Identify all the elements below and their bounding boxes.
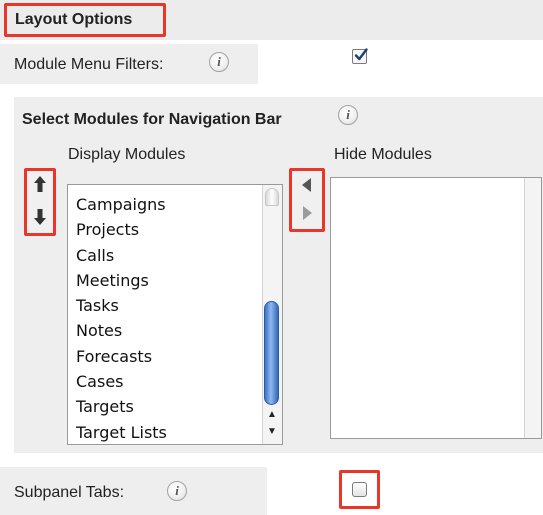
list-item[interactable]: Campaigns (76, 192, 167, 217)
move-to-hide-button[interactable] (298, 203, 316, 223)
subpanel-tabs-info-icon[interactable]: i (167, 481, 187, 501)
arrow-down-icon (34, 209, 46, 225)
list-item[interactable]: Target Lists (76, 420, 167, 444)
list-item[interactable]: Notes (76, 318, 167, 343)
scroll-down-arrow-icon[interactable]: ▼ (265, 425, 279, 439)
move-down-button[interactable] (30, 205, 50, 227)
scrollbar-thumb[interactable] (264, 301, 279, 405)
checkmark-icon (354, 48, 368, 61)
scroll-up-arrow-icon[interactable]: ▲ (265, 408, 279, 422)
list-item[interactable]: Meetings (76, 268, 167, 293)
display-modules-header: Display Modules (68, 146, 186, 163)
module-menu-filters-label: Module Menu Filters: (14, 56, 164, 73)
navigation-bar-title: Select Modules for Navigation Bar (22, 111, 282, 128)
hide-modules-header: Hide Modules (334, 146, 432, 163)
arrow-left-icon (302, 178, 311, 192)
subpanel-tabs-label: Subpanel Tabs: (14, 484, 125, 501)
list-item[interactable]: Cases (76, 369, 167, 394)
move-up-button[interactable] (30, 174, 50, 196)
module-menu-filters-checkbox[interactable] (352, 48, 368, 64)
list-item[interactable]: Calls (76, 243, 167, 268)
display-modules-list[interactable]: Campaigns Projects Calls Meetings Tasks … (67, 184, 283, 445)
scrollbar-top-cap (265, 188, 279, 206)
list-item[interactable]: Projects (76, 217, 167, 242)
move-to-display-button[interactable] (298, 175, 316, 195)
list-item[interactable]: Forecasts (76, 344, 167, 369)
subpanel-tabs-checkbox[interactable] (352, 482, 367, 497)
hide-modules-scrollbar[interactable] (524, 178, 541, 438)
arrow-right-icon (303, 206, 312, 220)
list-item[interactable]: Tasks (76, 293, 167, 318)
module-menu-filters-info-icon[interactable]: i (209, 52, 229, 72)
list-item[interactable]: Targets (76, 394, 167, 419)
hide-modules-list[interactable] (330, 177, 542, 439)
arrow-up-icon (34, 176, 46, 192)
navigation-bar-info-icon[interactable]: i (338, 105, 358, 125)
layout-options-title: Layout Options (4, 3, 166, 37)
